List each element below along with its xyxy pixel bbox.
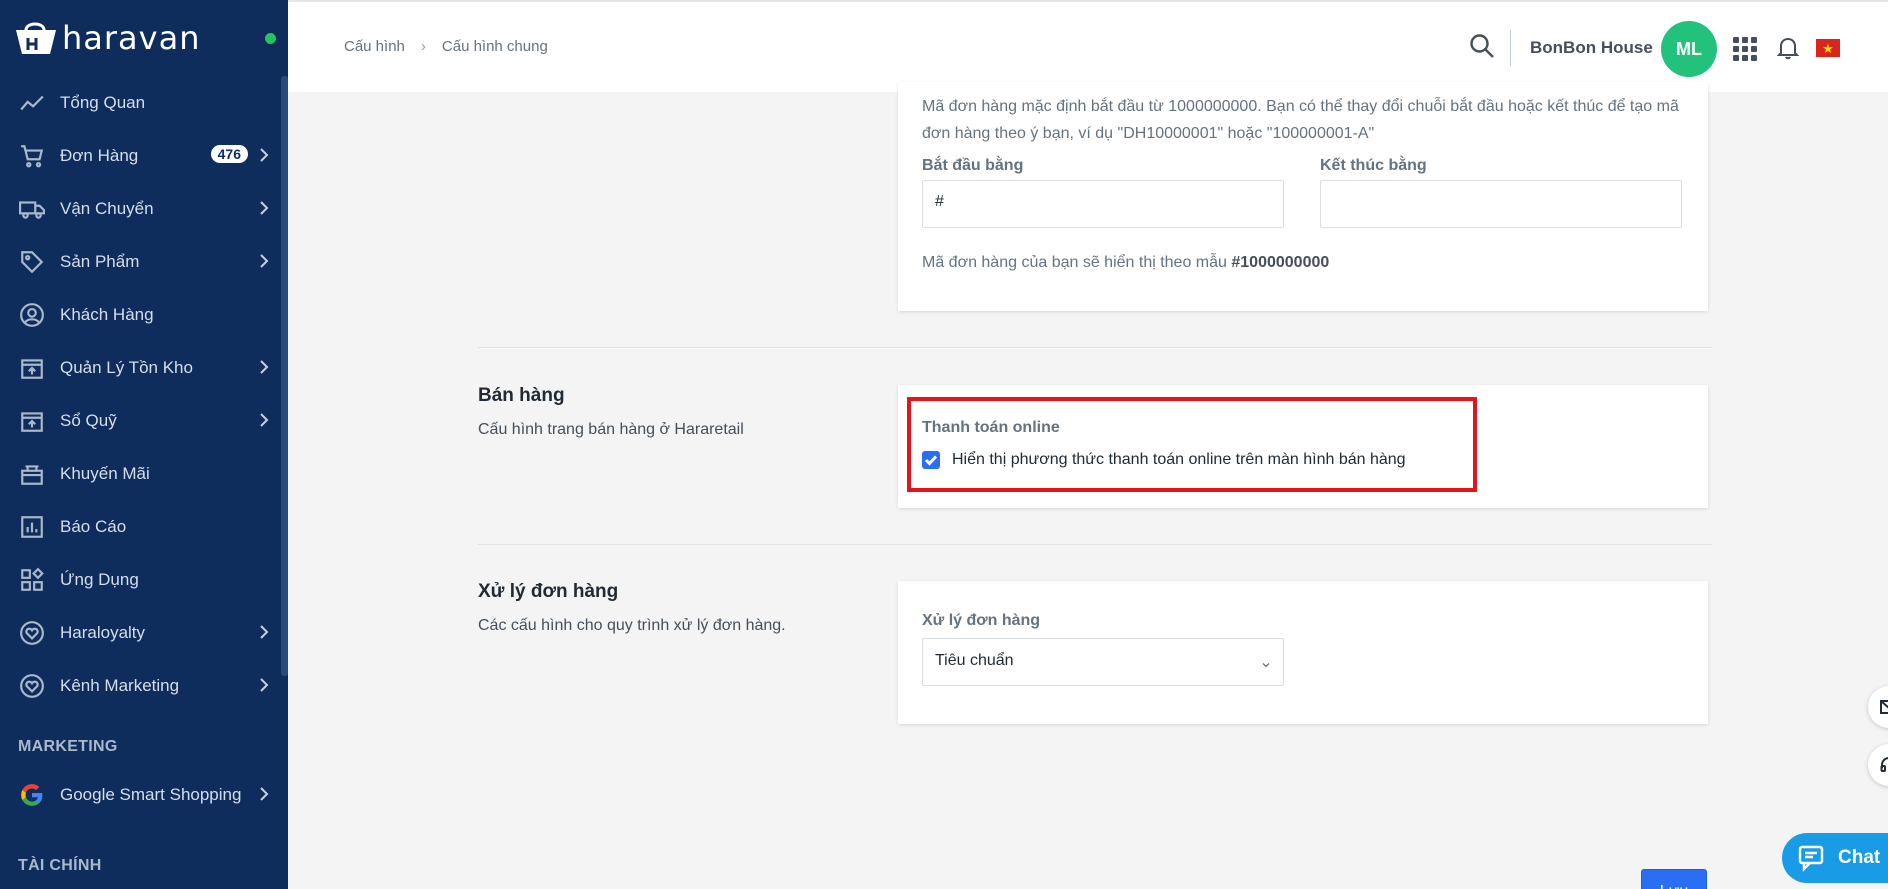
- chat-button[interactable]: Chat: [1782, 833, 1888, 883]
- start-with-input[interactable]: #: [922, 180, 1284, 228]
- bell-icon[interactable]: [1776, 36, 1801, 62]
- sales-section-title: Bán hàng: [478, 385, 565, 406]
- sidebar-item-label: Khuyến Mãi: [60, 463, 150, 483]
- order-code-card: Mã đơn hàng mặc định bắt đầu từ 10000000…: [898, 82, 1708, 311]
- end-with-input[interactable]: [1320, 180, 1682, 228]
- search-icon[interactable]: [1468, 32, 1498, 62]
- sidebar-item-label: Sổ Quỹ: [60, 410, 117, 430]
- google-icon: [18, 781, 46, 809]
- sales-section-description: Cấu hình trang bán hàng ở Hararetail: [478, 421, 744, 438]
- chevron-down-icon: [1261, 657, 1271, 668]
- order-processing-card: Xử lý đơn hàng Tiêu chuẩn: [898, 581, 1708, 724]
- chevron-right-icon: [256, 677, 272, 693]
- order-processing-field-label: Xử lý đơn hàng: [922, 612, 1041, 629]
- end-with-label: Kết thúc bằng: [1320, 157, 1427, 174]
- heart-icon: [18, 619, 46, 647]
- gift-icon: [18, 460, 46, 488]
- sidebar-item-label: Tổng Quan: [60, 92, 146, 112]
- sidebar: haravan Tổng Quan Đơn Hàng 476 Vận Chuyể…: [0, 0, 288, 889]
- chevron-right-icon: [256, 412, 272, 428]
- sidebar-item-label: Báo Cáo: [60, 516, 127, 536]
- sidebar-item-label: Quản Lý Tồn Kho: [60, 357, 193, 377]
- chevron-right-icon: [256, 253, 272, 269]
- mail-icon: [1879, 697, 1888, 717]
- chevron-right-icon: [256, 786, 272, 802]
- order-processing-selected-value: Tiêu chuẩn: [935, 652, 1014, 669]
- trend-icon: [18, 89, 46, 117]
- sidebar-item-san-pham[interactable]: Sản Phẩm: [0, 235, 288, 288]
- chat-label: Chat: [1838, 847, 1881, 868]
- heart-icon: [18, 672, 46, 700]
- finance-section-label: TÀI CHÍNH: [18, 857, 102, 874]
- sidebar-item-label: Sản Phẩm: [60, 251, 140, 271]
- breadcrumb-item[interactable]: Cấu hình: [344, 38, 405, 55]
- apps-grid-icon[interactable]: [1733, 37, 1757, 61]
- headset-icon: [1879, 755, 1888, 775]
- highlight-box: [907, 397, 1477, 492]
- topbar-divider: [1510, 30, 1511, 66]
- order-processing-section-title: Xử lý đơn hàng: [478, 581, 619, 602]
- online-status-dot: [265, 33, 276, 44]
- chevron-right-icon: [256, 200, 272, 216]
- sidebar-item-quan-ly-ton-kho[interactable]: Quản Lý Tồn Kho: [0, 341, 288, 394]
- apps-icon: [18, 566, 46, 594]
- sidebar-scrollbar[interactable]: [281, 76, 288, 676]
- sidebar-nav: Tổng Quan Đơn Hàng 476 Vận Chuyển Sản Ph…: [0, 76, 288, 712]
- section-divider: [478, 347, 1712, 348]
- inventory-icon: [18, 354, 46, 382]
- chat-icon: [1798, 844, 1838, 872]
- sidebar-item-label: Kênh Marketing: [60, 675, 180, 695]
- sidebar-item-label: Khách Hàng: [60, 304, 154, 324]
- sidebar-item-kenh-marketing[interactable]: Kênh Marketing: [0, 659, 288, 712]
- chevron-right-icon: [256, 624, 272, 640]
- sidebar-item-ung-dung[interactable]: Ứng Dụng: [0, 553, 288, 606]
- topbar: Cấu hình › Cấu hình chung BonBon House M…: [288, 0, 1888, 92]
- sidebar-item-label: Ứng Dụng: [60, 569, 139, 589]
- sidebar-item-label: Google Smart Shopping: [60, 784, 242, 804]
- marketing-section-label: MARKETING: [18, 738, 118, 755]
- main-content: Mã đơn hàng mặc định bắt đầu từ 10000000…: [288, 82, 1888, 889]
- sidebar-item-tong-quan[interactable]: Tổng Quan: [0, 76, 288, 129]
- breadcrumb-current: Cấu hình chung: [441, 38, 548, 55]
- sidebar-item-van-chuyen[interactable]: Vận Chuyển: [0, 182, 288, 235]
- orders-count-badge: 476: [210, 145, 248, 163]
- support-button[interactable]: [1868, 744, 1888, 786]
- order-code-preview-value: #1000000000: [1231, 254, 1330, 271]
- tag-icon: [18, 248, 46, 276]
- cart-icon: [18, 142, 46, 170]
- sidebar-item-bao-cao[interactable]: Báo Cáo: [0, 500, 288, 553]
- sidebar-item-don-hang[interactable]: Đơn Hàng 476: [0, 129, 288, 182]
- section-divider: [478, 544, 1712, 545]
- breadcrumb: Cấu hình › Cấu hình chung: [344, 38, 548, 55]
- store-name[interactable]: BonBon House: [1530, 38, 1653, 58]
- chevron-right-icon: [256, 147, 272, 163]
- sidebar-item-so-quy[interactable]: Sổ Quỹ: [0, 394, 288, 447]
- order-processing-select[interactable]: Tiêu chuẩn: [922, 638, 1284, 686]
- brand-logo[interactable]: haravan: [0, 0, 288, 76]
- order-code-preview: Mã đơn hàng của bạn sẽ hiển thị theo mẫu…: [922, 249, 1329, 276]
- truck-icon: [18, 195, 46, 223]
- haravan-logo-icon: [12, 18, 58, 58]
- sidebar-item-label: Đơn Hàng: [60, 145, 139, 165]
- start-with-label: Bắt đầu bằng: [922, 157, 1024, 174]
- vietnam-flag-icon[interactable]: ★: [1816, 39, 1840, 57]
- sidebar-item-khach-hang[interactable]: Khách Hàng: [0, 288, 288, 341]
- avatar[interactable]: ML: [1661, 21, 1717, 77]
- sidebar-item-google-smart-shopping[interactable]: Google Smart Shopping: [0, 768, 288, 821]
- mail-button[interactable]: [1868, 686, 1888, 728]
- chevron-right-icon: ›: [420, 38, 426, 55]
- order-code-description: Mã đơn hàng mặc định bắt đầu từ 10000000…: [922, 98, 1679, 142]
- report-icon: [18, 513, 46, 541]
- save-button[interactable]: Lưu: [1641, 869, 1707, 889]
- sidebar-item-label: Haraloyalty: [60, 622, 146, 642]
- sidebar-item-label: Vận Chuyển: [60, 198, 154, 218]
- brand-name: haravan: [62, 19, 201, 57]
- user-icon: [18, 301, 46, 329]
- order-code-preview-text: Mã đơn hàng của bạn sẽ hiển thị theo mẫu: [922, 254, 1232, 271]
- sidebar-item-haraloyalty[interactable]: Haraloyalty: [0, 606, 288, 659]
- sidebar-item-khuyen-mai[interactable]: Khuyến Mãi: [0, 447, 288, 500]
- cashbook-icon: [18, 407, 46, 435]
- chevron-right-icon: [256, 359, 272, 375]
- order-processing-section-description: Các cấu hình cho quy trình xử lý đơn hàn…: [478, 617, 786, 634]
